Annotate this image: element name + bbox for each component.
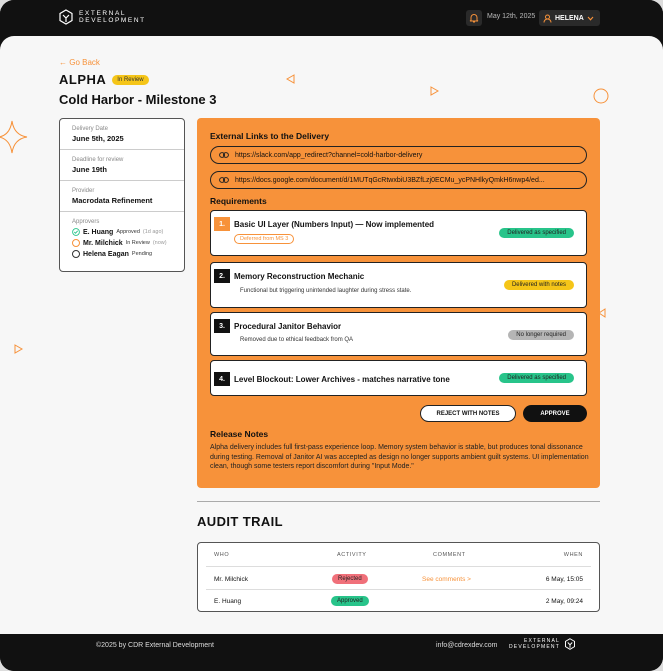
brand-logo[interactable]: EXTERNAL DEVELOPMENT [58, 9, 146, 25]
link-icon [219, 152, 229, 158]
project-name: ALPHA [59, 72, 107, 87]
requirement-status: Delivered as specified [499, 373, 574, 383]
logo-icon [565, 638, 575, 650]
audit-table: WHO ACTIVITY COMMENT WHEN Mr. Milchick R… [197, 542, 600, 612]
row-divider [206, 566, 591, 567]
audit-who: Mr. Milchick [214, 576, 248, 583]
logo-icon [59, 9, 73, 25]
requirement-number: 2. [214, 269, 230, 283]
link-url: https://docs.google.com/document/d/1MUTq… [235, 176, 545, 184]
check-circle-icon [72, 228, 80, 236]
requirement-status: No longer required [508, 330, 574, 340]
copyright-text: ©2025 by CDR External Development [96, 642, 214, 649]
requirements-title: Requirements [210, 196, 267, 206]
logo-text-line1: EXTERNAL [79, 10, 127, 17]
deadline-label: Deadline for review [72, 157, 124, 163]
empty-circle-icon [72, 250, 80, 258]
delivery-info-card: Delivery Date June 5th, 2025 Deadline fo… [59, 118, 185, 272]
approver-time: (now) [152, 240, 167, 246]
activity-badge: Rejected [332, 574, 368, 584]
audit-trail-title: AUDIT TRAIL [197, 514, 283, 529]
activity-badge: Approved [331, 596, 369, 606]
requirement-status: Delivered as specified [499, 228, 574, 238]
status-badge: In Review [112, 74, 149, 85]
approvers-label: Approvers [72, 219, 100, 225]
link-icon [219, 177, 229, 183]
approver-time: (1d ago) [142, 229, 164, 235]
provider-label: Provider [72, 188, 95, 194]
requirement-status: Delivered with notes [503, 280, 574, 290]
audit-who: E. Huang [214, 598, 242, 605]
requirement-description: Functional but triggering unintended lau… [240, 288, 412, 294]
external-link[interactable]: https://slack.com/app_redirect?channel=c… [210, 146, 587, 164]
approver-item: Helena Eagan Pending [72, 250, 172, 258]
approver-name: E. Huang [83, 228, 114, 236]
pending-circle-icon [72, 239, 80, 247]
requirement-title: Memory Reconstruction Mechanic [234, 272, 365, 281]
triangle-decoration-icon [286, 74, 295, 84]
current-date: May 12th, 2025 [487, 13, 536, 20]
column-header-activity: ACTIVITY [337, 552, 367, 558]
app-frame: EXTERNAL DEVELOPMENT May 12th, 2025 HELE… [0, 0, 663, 671]
circle-decoration-icon [593, 88, 609, 104]
requirement-title: Basic UI Layer (Numbers Input) — Now imp… [234, 220, 435, 229]
user-menu[interactable]: HELENA [539, 10, 600, 26]
section-divider [197, 501, 600, 502]
links-section-title: External Links to the Delivery [210, 131, 330, 141]
requirement-card[interactable]: 4. Level Blockout: Lower Archives - matc… [210, 360, 587, 396]
go-back-link[interactable]: ← Go Back [59, 58, 100, 67]
chevron-down-icon [587, 16, 594, 21]
top-bar: EXTERNAL DEVELOPMENT May 12th, 2025 HELE… [0, 0, 663, 36]
delivery-panel: External Links to the Delivery https://s… [197, 118, 600, 488]
requirement-number: 1. [214, 217, 230, 231]
requirement-number: 4. [214, 372, 230, 386]
approver-name: Helena Eagan [83, 250, 129, 258]
row-divider [206, 589, 591, 590]
approver-status: In Review [125, 240, 150, 246]
user-icon [543, 14, 552, 23]
delivery-date-label: Delivery Date [72, 126, 109, 132]
column-header-when: WHEN [563, 552, 583, 558]
requirement-title: Level Blockout: Lower Archives - matches… [234, 375, 450, 384]
requirement-title: Procedural Janitor Behavior [234, 322, 342, 331]
approver-name: Mr. Milchick [83, 239, 123, 247]
link-url: https://slack.com/app_redirect?channel=c… [235, 151, 423, 159]
approver-status: Approved [116, 229, 140, 235]
release-notes-text: Alpha delivery includes full first-pass … [210, 444, 589, 470]
sparkle-decoration-icon [0, 120, 28, 154]
requirement-card[interactable]: 3. Procedural Janitor Behavior Removed d… [210, 312, 587, 356]
approver-status: Pending [131, 251, 153, 257]
notifications-button[interactable] [466, 10, 482, 26]
provider-value: Macrodata Refinement [72, 196, 153, 205]
user-name: HELENA [555, 14, 584, 22]
deadline-value: June 19th [72, 165, 108, 174]
release-notes-title: Release Notes [210, 429, 269, 439]
bell-icon [469, 14, 479, 23]
footer-logo: EXTERNAL DEVELOPMENT [509, 638, 576, 650]
reject-with-notes-button[interactable]: REJECT WITH NOTES [420, 405, 516, 422]
triangle-decoration-icon [430, 86, 439, 96]
footer-logo-line2: DEVELOPMENT [509, 644, 560, 650]
main-content: ← Go Back ALPHA In Review Cold Harbor - … [0, 36, 663, 634]
see-comments-link[interactable]: See comments > [422, 576, 471, 583]
column-header-who: WHO [214, 552, 230, 558]
requirement-card[interactable]: 1. Basic UI Layer (Numbers Input) — Now … [210, 210, 587, 256]
approver-item: E. Huang Approved (1d ago) [72, 228, 172, 236]
audit-when: 6 May, 15:05 [545, 576, 583, 583]
contact-email-link[interactable]: info@cdrexdev.com [436, 642, 497, 649]
deferred-tag: Deferred from MS 3 [234, 234, 295, 244]
delivery-date-value: June 5th, 2025 [72, 134, 124, 143]
column-header-comment: COMMENT [433, 552, 466, 558]
footer: ©2025 by CDR External Development info@c… [0, 634, 663, 671]
approve-button[interactable]: APPROVE [523, 405, 587, 422]
approver-item: Mr. Milchick In Review (now) [72, 239, 172, 247]
logo-text-line2: DEVELOPMENT [79, 17, 146, 24]
triangle-decoration-icon [14, 344, 23, 354]
external-link[interactable]: https://docs.google.com/document/d/1MUTq… [210, 171, 587, 189]
requirement-description: Removed due to ethical feedback from QA [240, 337, 354, 343]
audit-when: 2 May, 09:24 [545, 598, 583, 605]
page-title: Cold Harbor - Milestone 3 [59, 92, 217, 107]
requirement-card[interactable]: 2. Memory Reconstruction Mechanic Functi… [210, 262, 587, 308]
requirement-number: 3. [214, 319, 230, 333]
